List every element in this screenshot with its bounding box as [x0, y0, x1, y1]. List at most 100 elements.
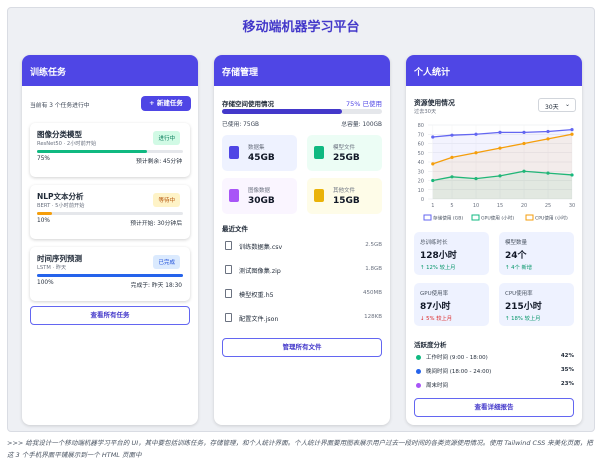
stat-trend: ↑ 18% 较上月 — [505, 316, 541, 322]
data-point — [570, 132, 574, 136]
document-icon — [225, 265, 232, 274]
data-point — [570, 128, 574, 132]
progress-percent: 10% — [37, 218, 50, 224]
stat-trend: ↑ 12% 较上月 — [420, 265, 456, 271]
activity-label: 工作时间 (9:00 - 18:00) — [426, 355, 488, 361]
view-all-tasks-button[interactable]: 查看所有任务 — [30, 306, 190, 325]
file-icon — [314, 189, 324, 202]
dataset-icon — [229, 146, 239, 159]
task-subtitle: BERT · 5小时前开始 — [37, 203, 85, 209]
task-eta: 完成于: 昨天 18:30 — [130, 283, 182, 289]
manage-files-button[interactable]: 管理所有文件 — [222, 338, 382, 357]
stat-trend: ↓ 5% 较上月 — [420, 316, 453, 322]
file-row[interactable]: 配置文件.json 128KB — [222, 313, 382, 325]
stat-trend: ↑ 4个 新增 — [505, 265, 533, 271]
task-card[interactable]: NLP文本分析 BERT · 5小时前开始 等待中 10% 预计开始: 30分钟… — [30, 185, 190, 239]
storage-tile-images[interactable]: 图像数据 30GB — [222, 178, 297, 214]
activity-row: 晚间时间 (18:00 - 24:00) 35% — [414, 367, 574, 376]
progress-bar — [37, 150, 183, 153]
status-badge: 进行中 — [153, 131, 180, 145]
document-icon — [225, 241, 232, 250]
usage-title: 资源使用情况 — [414, 99, 455, 107]
task-card[interactable]: 图像分类模型 ResNet50 · 2小时前开始 进行中 75% 预计剩余: 4… — [30, 123, 190, 177]
tile-value: 15GB — [333, 196, 360, 206]
stat-label: CPU使用率 — [505, 291, 533, 297]
data-point — [474, 132, 478, 136]
recent-files-title: 最近文件 — [222, 225, 248, 233]
new-task-button[interactable]: + 新建任务 — [141, 96, 191, 111]
y-tick-label: 80 — [418, 123, 424, 129]
data-point — [522, 130, 526, 134]
file-name: 测试图像集.zip — [239, 268, 281, 275]
y-tick-label: 10 — [418, 188, 424, 194]
x-tick-label: 25 — [545, 203, 551, 209]
usage-chart: 010203040506070801 5 10 15 20 25 30存储使用 (GB) GP… — [418, 123, 576, 222]
file-row[interactable]: 测试图像集.zip 1.8GB — [222, 265, 382, 277]
page-title: 移动端机器学习平台 — [242, 20, 360, 35]
x-tick-label: 15 — [497, 203, 503, 209]
tile-label: 图像数据 — [248, 188, 271, 194]
file-row[interactable]: 训练数据集.csv 2.5GB — [222, 241, 382, 253]
storage-used: 已使用: 75GB — [222, 122, 260, 128]
task-subtitle: LSTM · 昨天 — [37, 265, 67, 271]
stat-card: 总训练时长 128小时 ↑ 12% 较上月 — [414, 232, 489, 275]
x-tick-label: 10 — [473, 203, 479, 209]
file-size: 2.5GB — [365, 242, 382, 248]
legend-label: GPU使用 (小时) — [481, 215, 514, 222]
tile-label: 其他文件 — [333, 188, 356, 194]
activity-row: 工作时间 (9:00 - 18:00) 42% — [414, 353, 574, 362]
x-tick-label: 1 — [431, 203, 434, 209]
range-select-value: 30天 — [545, 104, 559, 111]
range-select[interactable]: 30天 ⌄ — [538, 98, 576, 112]
stat-label: GPU使用率 — [420, 291, 449, 297]
stats-card: 个人统计 资源使用情况 过去30天 30天 ⌄ 0 10 20 30 40 50 60 70 8… — [406, 55, 582, 425]
activity-row: 周末时间 23% — [414, 381, 574, 390]
data-point — [474, 151, 478, 155]
file-name: 训练数据集.csv — [239, 244, 283, 251]
stat-label: 总训练时长 — [420, 240, 448, 246]
legend-label: 存储使用 (GB) — [433, 215, 463, 222]
data-point — [431, 162, 435, 166]
data-point — [431, 135, 435, 139]
data-point — [498, 146, 502, 150]
task-name: NLP文本分析 — [37, 192, 84, 201]
storage-tile-models[interactable]: 模型文件 25GB — [307, 135, 382, 171]
y-tick-label: 70 — [418, 132, 424, 138]
storage-tile-other[interactable]: 其他文件 15GB — [307, 178, 382, 214]
file-size: 128KB — [364, 314, 382, 320]
legend-swatch — [525, 214, 534, 221]
image-icon — [229, 189, 239, 202]
data-point — [450, 155, 454, 159]
task-eta: 预计开始: 30分钟后 — [130, 221, 182, 227]
legend-label: CPU使用 (小时) — [535, 215, 568, 222]
task-summary: 当前有 3 个任务进行中 — [30, 103, 90, 109]
task-name: 时间序列预测 — [37, 254, 82, 263]
progress-fill — [37, 274, 183, 277]
task-card[interactable]: 时间序列预测 LSTM · 昨天 已完成 100% 完成于: 昨天 18:30 — [30, 247, 190, 301]
usage-subtitle: 过去30天 — [414, 109, 437, 115]
activity-title: 活跃度分析 — [414, 341, 447, 349]
progress-fill — [37, 212, 52, 215]
progress-percent: 75% — [37, 156, 50, 162]
progress-percent: 100% — [37, 280, 54, 286]
x-tick-label: 5 — [450, 203, 453, 209]
activity-dot — [416, 369, 421, 374]
y-tick-label: 50 — [418, 151, 424, 157]
task-subtitle: ResNet50 · 2小时前开始 — [37, 141, 97, 147]
storage-tile-datasets[interactable]: 数据集 45GB — [222, 135, 297, 171]
storage-header: 存储管理 — [214, 55, 390, 86]
storage-usage-percent: 75% 已使用 — [345, 100, 382, 108]
training-card: 训练任务 当前有 3 个任务进行中 + 新建任务 图像分类模型 ResNet50… — [22, 55, 198, 425]
data-point — [546, 137, 550, 141]
y-tick-label: 60 — [418, 142, 424, 148]
status-badge: 已完成 — [153, 255, 180, 269]
x-tick-label: 30 — [569, 203, 575, 209]
progress-bar — [37, 274, 183, 277]
stat-card: 模型数量 24个 ↑ 4个 新增 — [499, 232, 574, 275]
file-row[interactable]: 模型权重.h5 450MB — [222, 289, 382, 301]
file-name: 模型权重.h5 — [239, 292, 274, 299]
view-report-button[interactable]: 查看详细报告 — [414, 398, 574, 417]
document-icon — [225, 313, 232, 322]
prompt-caption: >>> 给我设计一个移动端机器学习平台的 UI，其中要包括训练任务，存储管理，和… — [7, 439, 593, 459]
legend-swatch — [423, 214, 432, 221]
